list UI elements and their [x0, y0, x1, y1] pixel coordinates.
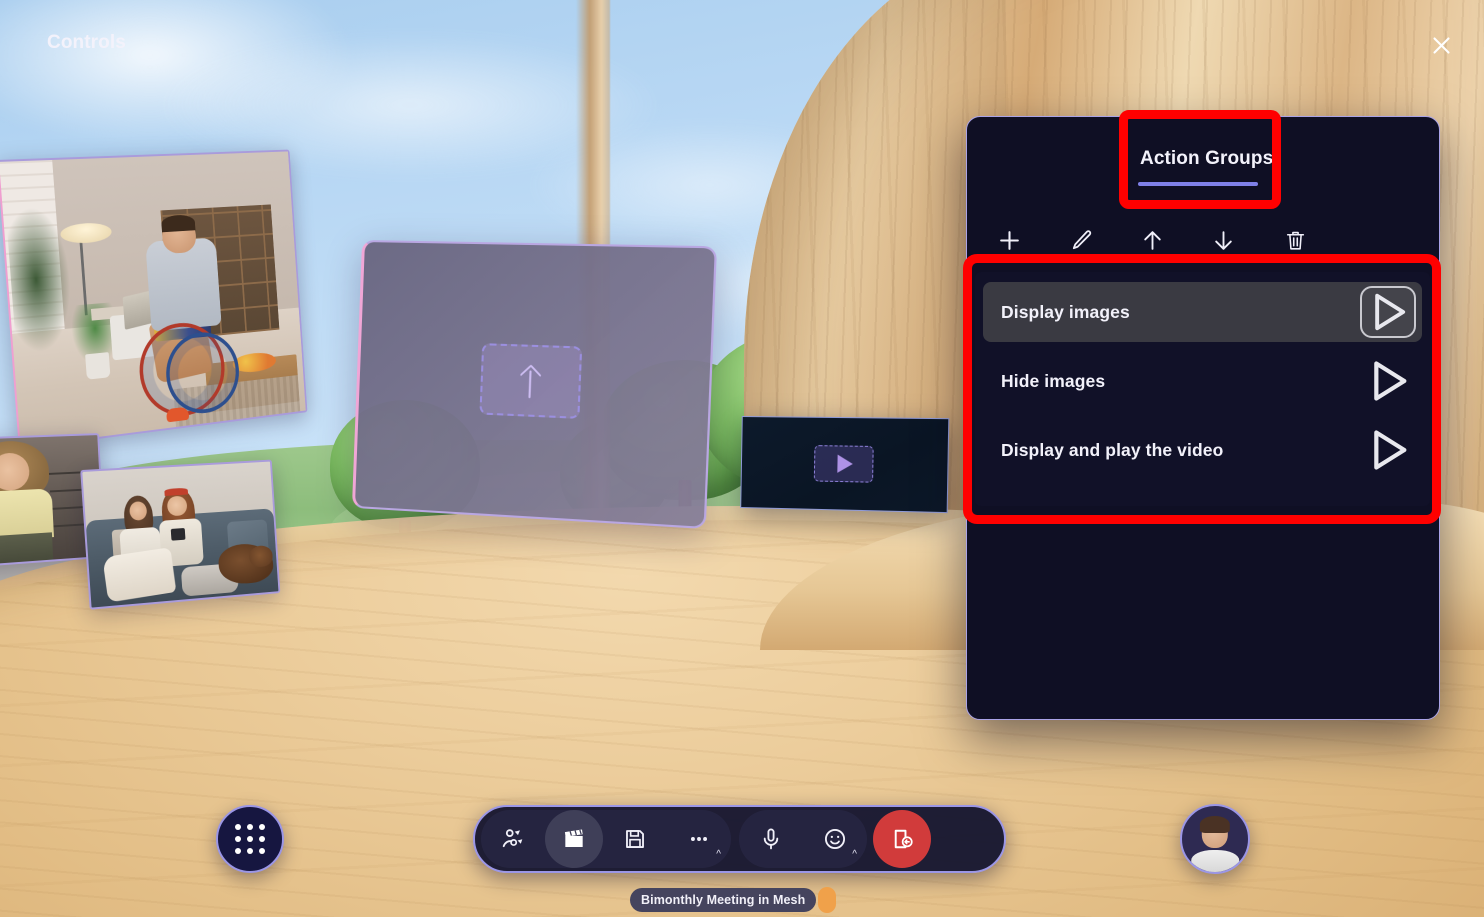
play-action-group-button[interactable]	[1360, 424, 1416, 476]
play-icon	[1362, 286, 1414, 338]
more-ellipsis-icon	[686, 826, 712, 852]
toolbar-group-left: ^	[481, 810, 731, 868]
floppy-disk-icon	[622, 826, 648, 852]
move-up-button[interactable]	[1128, 218, 1176, 262]
leave-door-icon	[889, 826, 915, 852]
tab-controls[interactable]: Controls	[45, 28, 128, 64]
meeting-status-pill	[818, 887, 836, 913]
scene-button[interactable]	[545, 810, 603, 868]
plus-icon	[997, 228, 1022, 253]
meeting-name-label: Bimonthly Meeting in Mesh	[630, 888, 816, 912]
grid-dots-icon	[235, 824, 265, 854]
move-down-button[interactable]	[1199, 218, 1247, 262]
save-button[interactable]	[603, 810, 667, 868]
trash-icon	[1283, 228, 1308, 253]
toolbar-group-right: ^	[739, 810, 867, 868]
action-group-label: Display and play the video	[1001, 440, 1360, 461]
microphone-button[interactable]	[739, 810, 803, 868]
photo-man-wheelchair-laptop[interactable]	[0, 150, 307, 449]
panel-close-button[interactable]	[1426, 30, 1456, 60]
reactions-button[interactable]: ^	[803, 810, 867, 868]
action-group-label: Display images	[1001, 302, 1360, 323]
action-group-row[interactable]: Display and play the video	[983, 420, 1422, 480]
edit-action-group-button[interactable]	[1057, 218, 1105, 262]
play-icon	[1360, 422, 1416, 478]
smiley-icon	[822, 826, 848, 852]
action-group-label: Hide images	[1001, 371, 1360, 392]
upload-arrow-icon	[518, 363, 542, 399]
tab-action-groups[interactable]: Action Groups	[1138, 144, 1275, 180]
apps-grid-button[interactable]	[216, 805, 284, 873]
video-placeholder-screen[interactable]	[740, 416, 949, 513]
video-dropzone[interactable]	[813, 445, 873, 483]
clapperboard-icon	[561, 826, 587, 852]
main-toolbar: ^ ^	[473, 805, 1006, 873]
pencil-icon	[1069, 228, 1094, 253]
arrow-down-icon	[1211, 228, 1236, 253]
play-action-group-button[interactable]	[1360, 355, 1416, 407]
chevron-up-icon: ^	[716, 850, 721, 860]
people-button[interactable]	[481, 810, 545, 868]
photo-two-women-couch-dog[interactable]	[80, 460, 280, 610]
arrow-up-icon	[1140, 228, 1165, 253]
play-triangle-icon	[837, 455, 853, 474]
add-action-group-button[interactable]	[985, 218, 1033, 262]
play-action-group-button[interactable]	[1360, 286, 1416, 338]
action-group-row[interactable]: Display images	[983, 282, 1422, 342]
delete-action-group-button[interactable]	[1271, 218, 1319, 262]
microphone-icon	[758, 826, 784, 852]
action-groups-list: Display images Hide images Display and p…	[975, 272, 1430, 506]
empty-share-screen[interactable]	[352, 240, 717, 529]
close-icon	[1431, 35, 1452, 56]
play-icon	[1360, 353, 1416, 409]
people-icon	[500, 826, 526, 852]
leave-button[interactable]	[873, 810, 931, 868]
mesh-immersive-screenshot: Controls Action Groups Display images Hi…	[0, 0, 1484, 917]
more-button[interactable]: ^	[667, 810, 731, 868]
upload-dropzone[interactable]	[479, 343, 582, 419]
action-groups-toolbar	[0, 218, 474, 266]
chevron-up-icon: ^	[852, 850, 857, 860]
tab-active-underline	[1138, 182, 1258, 186]
action-group-row[interactable]: Hide images	[983, 351, 1422, 411]
avatar[interactable]	[1180, 804, 1250, 874]
